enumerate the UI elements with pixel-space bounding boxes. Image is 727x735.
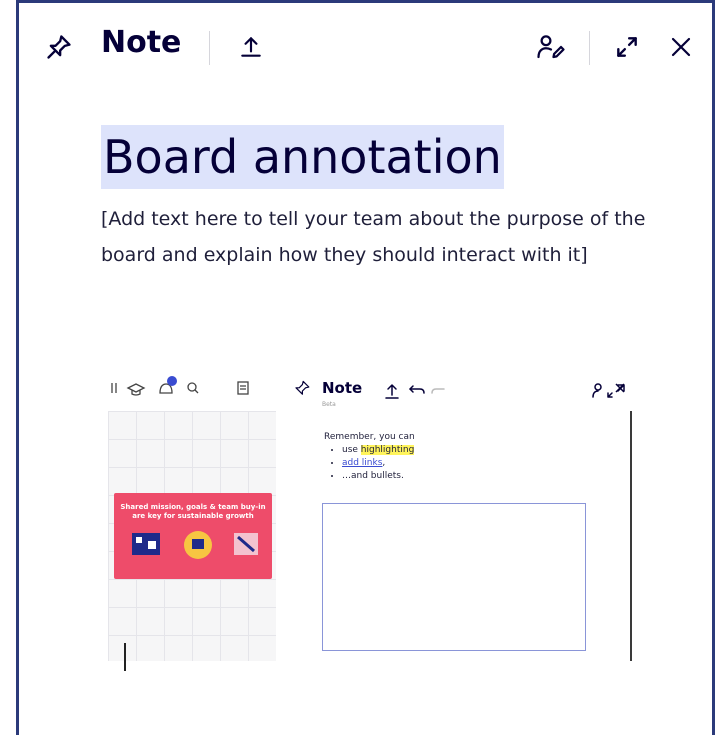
embedded-sticky-card: Shared mission, goals & team buy-in are … [114, 493, 272, 579]
list-item: …and bullets. [342, 470, 415, 483]
close-icon[interactable] [663, 29, 699, 65]
expand-icon[interactable] [609, 29, 645, 65]
note-title: Note [101, 25, 182, 60]
note-header: Note [19, 3, 712, 93]
embedded-note-badge: Beta [322, 401, 336, 408]
embedded-note-text: Remember, you can use highlighting add l… [324, 431, 415, 483]
pin-icon[interactable] [41, 29, 77, 65]
list-item: use highlighting [342, 444, 415, 457]
note-heading[interactable]: Board annotation [101, 125, 504, 189]
collaborators-edit-icon[interactable] [533, 29, 569, 65]
embedded-bullets: use highlighting add links, …and bullets… [324, 444, 415, 483]
note-content[interactable]: Board annotation [Add text here to tell … [101, 125, 661, 273]
embedded-panel-border [630, 411, 632, 661]
note-panel: Note Board annotation [Add text here to … [16, 0, 715, 735]
note-paragraph[interactable]: [Add text here to tell your team about t… [101, 201, 661, 273]
text-caret [124, 643, 126, 671]
embedded-selection-box [322, 503, 586, 651]
embedded-intro: Remember, you can [324, 432, 415, 442]
embedded-toolbar [108, 367, 276, 412]
embedded-note-panel: Note Beta Remember, you can use highligh… [284, 367, 634, 661]
header-divider [209, 31, 210, 65]
embedded-screenshot: Shared mission, goals & team buy-in are … [108, 367, 634, 661]
embedded-note-title: Note [322, 379, 363, 397]
card-text: Shared mission, goals & team buy-in are … [120, 503, 266, 520]
list-item: add links, [342, 457, 415, 470]
header-divider-2 [589, 31, 590, 65]
upload-icon[interactable] [233, 29, 269, 65]
